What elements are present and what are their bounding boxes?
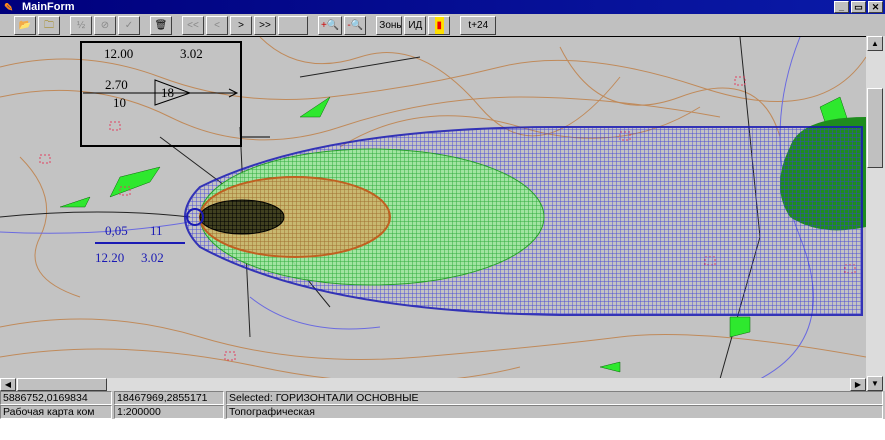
color-button[interactable]: ▮	[428, 15, 451, 35]
legend-top-right-value: 3.02	[180, 46, 203, 61]
close-button[interactable]: ✕	[868, 1, 883, 13]
minimize-button[interactable]: _	[834, 1, 849, 13]
toolbar: 📂 🗀 ½ ⊘ ✓ 🗑 << < > >> +🔍 -🔍 Зоны ИД ▮ t+…	[0, 14, 885, 36]
zoom-out-button[interactable]: -🔍	[344, 15, 367, 35]
app-icon: ✎	[4, 2, 14, 14]
next-button[interactable]: >	[230, 15, 252, 35]
legend-top-left-value: 12.00	[104, 46, 134, 61]
zones-button[interactable]: Зоны	[376, 15, 403, 35]
scroll-down-button[interactable]: ▼	[867, 376, 883, 391]
selected-layer: Selected: ГОРИЗОНТАЛИ ОСНОВНЫЕ	[226, 391, 883, 405]
scroll-up-button[interactable]: ▲	[867, 36, 883, 51]
confirm-button[interactable]: ✓	[118, 15, 140, 35]
plume-core-zone	[199, 199, 285, 235]
legend-mid-value: 2.70	[105, 77, 128, 92]
scroll-right-button[interactable]: ▶	[850, 378, 866, 391]
blank-button[interactable]	[278, 15, 308, 35]
horizontal-scroll-thumb[interactable]	[17, 378, 107, 391]
maximize-button[interactable]: ▭	[851, 1, 866, 13]
prev-button[interactable]: <	[206, 15, 228, 35]
source-bottom-right-value: 3.02	[141, 250, 164, 265]
zoom-in-icon: +	[321, 19, 327, 31]
zoom-out-icon: -	[347, 19, 351, 31]
source-top-left-value: 0,05	[105, 223, 128, 238]
window-title: MainForm	[22, 1, 75, 13]
map-name: Рабочая карта ком	[0, 405, 112, 419]
horizontal-scrollbar[interactable]: ◀ ▶	[0, 378, 866, 391]
status-bar-row-2: Рабочая карта ком 1:200000 Топографическ…	[0, 405, 885, 419]
first-button[interactable]: <<	[182, 15, 204, 35]
t24-button[interactable]: t+24	[460, 15, 497, 35]
source-top-right-value: 11	[150, 223, 163, 238]
map-scale: 1:200000	[114, 405, 224, 419]
status-bar-row-1: 5886752,0169834 18467969,2855171 Selecte…	[0, 391, 885, 405]
map-canvas	[0, 37, 866, 378]
map-type: Топографическая	[226, 405, 883, 419]
coordinate-y: 18467969,2855171	[114, 391, 224, 405]
cancel-button[interactable]: ⊘	[94, 15, 116, 35]
delete-button[interactable]: 🗑	[150, 15, 172, 35]
vertical-scrollbar[interactable]: ▲ ▼	[866, 36, 885, 391]
coordinate-x: 5886752,0169834	[0, 391, 112, 405]
map-view[interactable]: 12.00 3.02 2.70 10 18 0,05 11 12.20 3.02	[0, 36, 866, 378]
source-bottom-left-value: 12.20	[95, 250, 125, 265]
title-bar: ✎ MainForm _ ▭ ✕	[0, 0, 885, 14]
legend-arrow-value: 18	[161, 85, 174, 100]
vertical-scroll-thumb[interactable]	[867, 88, 883, 168]
folder-button[interactable]: 🗀	[38, 15, 60, 35]
scroll-left-button[interactable]: ◀	[0, 378, 16, 391]
legend-bottom-value: 10	[113, 95, 126, 110]
last-button[interactable]: >>	[254, 15, 276, 35]
id-button[interactable]: ИД	[404, 15, 427, 35]
zoom-in-button[interactable]: +🔍	[318, 15, 343, 35]
calculate-button[interactable]: ½	[70, 15, 92, 35]
open-file-button[interactable]: 📂	[14, 15, 36, 35]
